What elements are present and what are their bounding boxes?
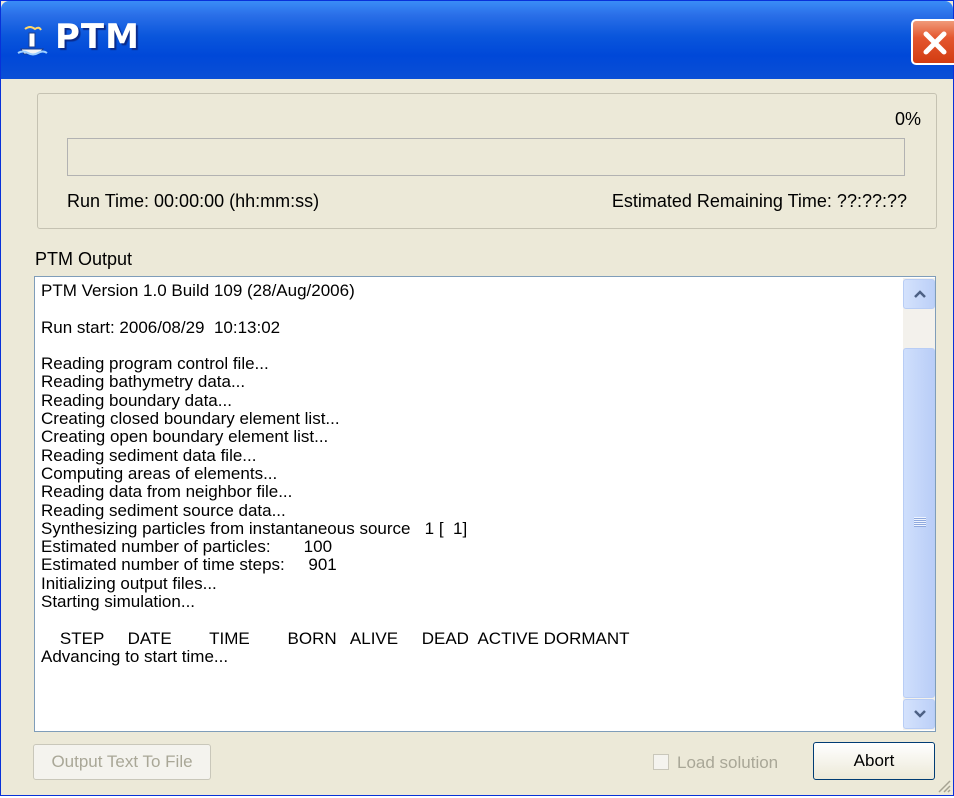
resize-grip-icon[interactable] bbox=[935, 777, 951, 793]
chevron-down-icon bbox=[914, 710, 926, 718]
ptm-window: PTM 0% Run Time: 00:00:00 (hh:mm:ss) Est… bbox=[0, 0, 954, 796]
close-icon bbox=[923, 31, 947, 55]
grip-icon bbox=[914, 517, 926, 527]
output-label: PTM Output bbox=[35, 249, 133, 269]
ship-icon bbox=[15, 23, 49, 57]
abort-button[interactable]: Abort bbox=[813, 742, 935, 780]
progress-bar bbox=[67, 138, 905, 176]
scroll-up-button[interactable] bbox=[903, 279, 935, 309]
load-solution-label: Load solution bbox=[677, 753, 779, 772]
title-bar[interactable]: PTM bbox=[1, 1, 954, 79]
window-title: PTM bbox=[55, 17, 140, 57]
output-textbox[interactable]: PTM Version 1.0 Build 109 (28/Aug/2006) … bbox=[34, 276, 936, 732]
load-solution-checkbox[interactable] bbox=[653, 754, 669, 770]
run-time-label: Run Time: 00:00:00 (hh:mm:ss) bbox=[67, 191, 320, 211]
progress-percent: 0% bbox=[894, 109, 921, 129]
remaining-time-label: Estimated Remaining Time: ??:??:?? bbox=[611, 191, 907, 211]
output-text[interactable]: PTM Version 1.0 Build 109 (28/Aug/2006) … bbox=[41, 282, 897, 726]
close-button[interactable] bbox=[911, 19, 954, 65]
vertical-scrollbar[interactable] bbox=[903, 278, 935, 730]
scroll-thumb[interactable] bbox=[903, 348, 935, 698]
output-text-to-file-button[interactable]: Output Text To File bbox=[33, 744, 211, 780]
scroll-down-button[interactable] bbox=[903, 699, 935, 729]
chevron-up-icon bbox=[914, 290, 926, 298]
